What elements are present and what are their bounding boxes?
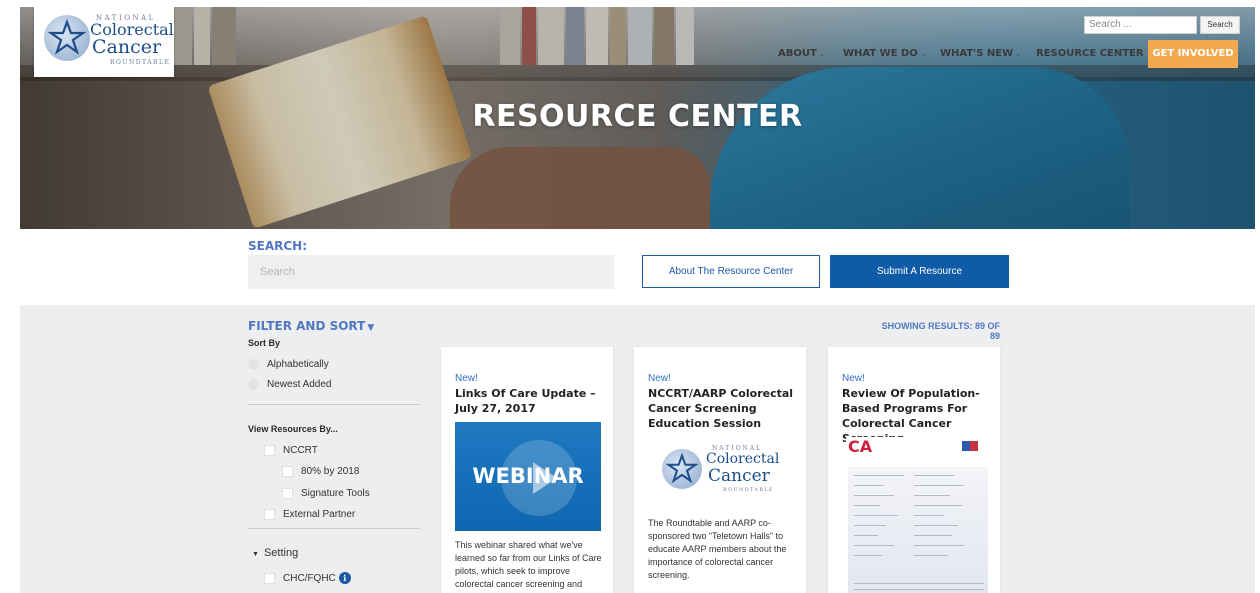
document-page bbox=[848, 467, 988, 593]
divider bbox=[248, 404, 420, 405]
filter-option-label: Signature Tools bbox=[301, 488, 370, 499]
checkbox[interactable] bbox=[282, 465, 293, 477]
setting-toggle[interactable]: ▼ Setting bbox=[252, 546, 298, 560]
logo-roundtable: ROUNDTABLE bbox=[110, 59, 171, 66]
star-icon bbox=[662, 449, 702, 489]
view-resources-heading: View Resources By... bbox=[248, 424, 338, 434]
filter-signature-tools[interactable]: Signature Tools bbox=[282, 487, 370, 501]
sort-alphabetically[interactable]: Alphabetically bbox=[248, 358, 329, 372]
site-logo[interactable]: NATIONAL Colorectal Cancer ROUNDTABLE bbox=[34, 7, 174, 77]
resource-search-input[interactable]: Search bbox=[248, 255, 614, 289]
setting-label: Setting bbox=[263, 547, 299, 559]
triangle-down-icon: ▼ bbox=[252, 551, 259, 558]
checkbox[interactable] bbox=[264, 572, 275, 584]
logo-colorectal: Colorectal bbox=[706, 451, 780, 467]
get-involved-button[interactable]: GET INVOLVED bbox=[1148, 40, 1238, 68]
chevron-down-icon: ⌄ bbox=[919, 49, 927, 58]
sort-option-label: Alphabetically bbox=[267, 359, 329, 370]
filter-option-label: NCCRT bbox=[283, 445, 318, 456]
webinar-thumbnail[interactable]: WEBINAR bbox=[455, 422, 601, 531]
nccrt-logo-thumbnail[interactable]: NATIONAL Colorectal Cancer ROUNDTABLE bbox=[660, 443, 784, 505]
logo-cancer: Cancer bbox=[92, 36, 162, 58]
nav-what-we-do-label: WHAT WE DO bbox=[843, 48, 918, 59]
nav-about[interactable]: ABOUT ⌄ bbox=[778, 41, 826, 67]
checkbox[interactable] bbox=[264, 444, 275, 456]
sort-newest-added[interactable]: Newest Added bbox=[248, 378, 332, 392]
header-search-button[interactable]: Search bbox=[1200, 16, 1240, 34]
sort-option-label: Newest Added bbox=[267, 379, 332, 390]
card-title[interactable]: Links Of Care Update – July 27, 2017 bbox=[455, 386, 605, 416]
resource-card[interactable]: New! NCCRT/AARP Colorectal Cancer Screen… bbox=[634, 347, 806, 593]
results-count: SHOWING RESULTS: 89 OF 89 bbox=[881, 321, 1000, 341]
document-thumbnail[interactable]: CA bbox=[846, 437, 988, 593]
card-description: The Roundtable and AARP co-sponsored two… bbox=[648, 518, 787, 580]
nav-whats-new[interactable]: WHAT'S NEW ⌄ bbox=[940, 41, 1022, 67]
new-badge: New! bbox=[455, 373, 478, 384]
new-badge: New! bbox=[648, 373, 671, 384]
search-section: SEARCH: Search About The Resource Center… bbox=[20, 229, 1255, 305]
radio-button[interactable] bbox=[248, 358, 259, 370]
resource-card[interactable]: New! Links Of Care Update – July 27, 201… bbox=[441, 347, 613, 593]
filter-title-label: FILTER AND SORT bbox=[248, 319, 366, 333]
filter-nccrt[interactable]: NCCRT bbox=[264, 444, 318, 458]
chevron-down-icon: ⌄ bbox=[1015, 49, 1022, 58]
nav-about-label: ABOUT bbox=[778, 48, 817, 59]
info-icon[interactable]: i bbox=[338, 572, 351, 585]
nav-resource-center[interactable]: RESOURCE CENTER bbox=[1036, 41, 1144, 67]
filter-chc-fqhc[interactable]: CHC/FQHC i bbox=[264, 572, 351, 586]
nav-whats-new-label: WHAT'S NEW bbox=[940, 48, 1014, 59]
filter-option-label: CHC/FQHC bbox=[283, 573, 336, 584]
filter-option-label: 80% by 2018 bbox=[301, 466, 360, 477]
filter-and-sort-toggle[interactable]: FILTER AND SORT ▼ bbox=[248, 319, 374, 333]
journal-logo: CA bbox=[848, 437, 873, 456]
star-icon bbox=[44, 15, 90, 61]
nav-what-we-do[interactable]: WHAT WE DO ⌄ bbox=[843, 41, 927, 67]
sort-by-heading: Sort By bbox=[248, 338, 281, 348]
about-resource-center-button[interactable]: About The Resource Center bbox=[642, 255, 820, 288]
resource-card[interactable]: New! Review Of Population-Based Programs… bbox=[828, 347, 1000, 593]
new-badge: New! bbox=[842, 373, 865, 384]
checkbox[interactable] bbox=[282, 487, 293, 499]
filter-option-label: External Partner bbox=[283, 509, 356, 520]
page-title: RESOURCE CENTER bbox=[472, 99, 803, 134]
checkbox[interactable] bbox=[264, 508, 275, 520]
submit-resource-button[interactable]: Submit A Resource bbox=[830, 255, 1009, 288]
logo-cancer: Cancer bbox=[708, 466, 770, 486]
search-label: SEARCH: bbox=[248, 239, 308, 253]
caret-down-icon: ▼ bbox=[367, 323, 375, 333]
page-frame: RESOURCE CENTER NATIONAL Colorectal Canc… bbox=[20, 7, 1255, 593]
filter-external-partner[interactable]: External Partner bbox=[264, 508, 355, 522]
flag-icon bbox=[962, 441, 978, 451]
filter-80-by-2018[interactable]: 80% by 2018 bbox=[282, 465, 359, 479]
chevron-down-icon: ⌄ bbox=[818, 49, 826, 58]
radio-button[interactable] bbox=[248, 378, 259, 390]
card-description: This webinar shared what we've learned s… bbox=[455, 540, 602, 589]
header-search-input[interactable]: Search ... bbox=[1084, 16, 1197, 34]
nav-resource-center-label: RESOURCE CENTER bbox=[1036, 48, 1144, 59]
logo-roundtable: ROUNDTABLE bbox=[723, 487, 774, 493]
card-title[interactable]: NCCRT/AARP Colorectal Cancer Screening E… bbox=[648, 386, 798, 431]
divider bbox=[248, 528, 420, 529]
webinar-label: WEBINAR bbox=[472, 464, 584, 488]
